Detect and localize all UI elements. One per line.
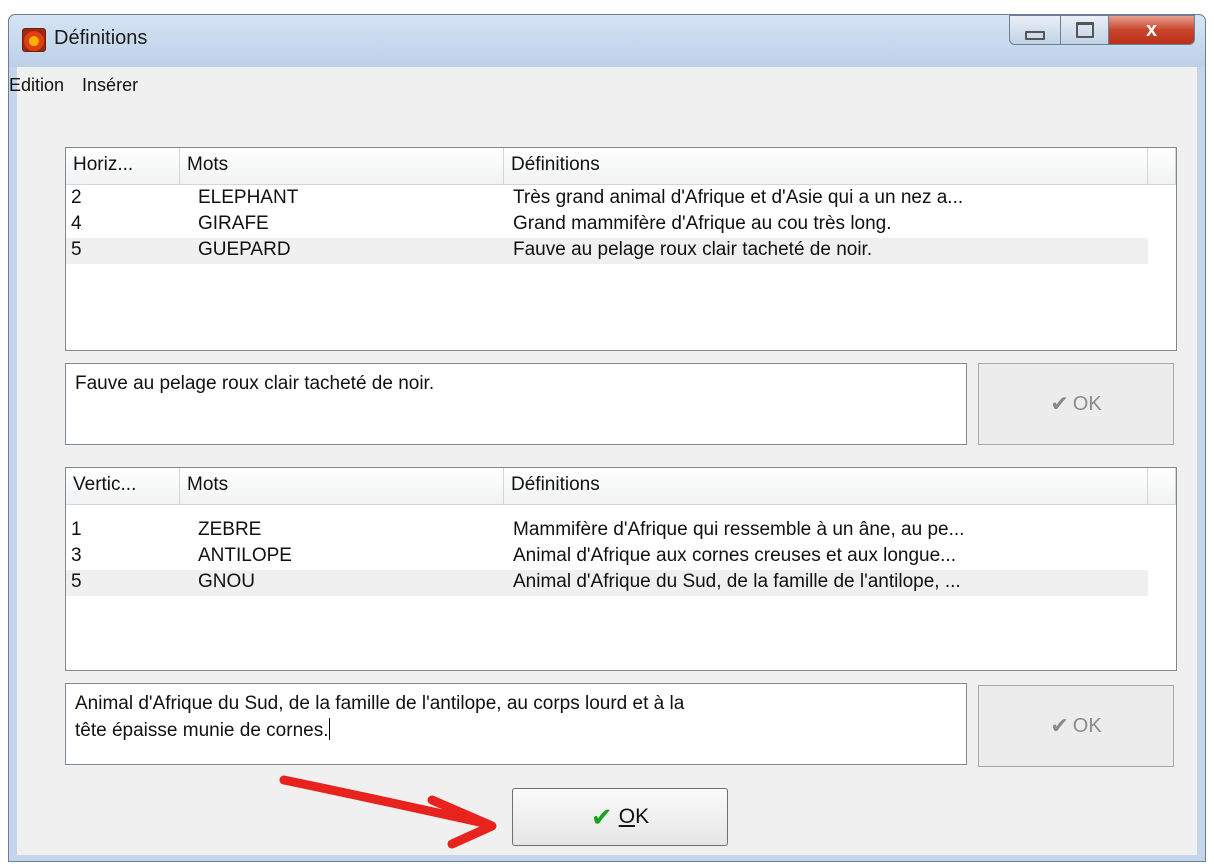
row-definition: Fauve au pelage roux clair tacheté de no… [513,239,873,260]
row-definition: Animal d'Afrique du Sud, de la famille d… [513,571,961,592]
horizontal-ok-button[interactable]: ✔ OK [978,363,1174,445]
horizontal-definition-text: Fauve au pelage roux clair tacheté de no… [75,373,435,394]
row-number: 2 [71,187,82,208]
table-row[interactable]: 3 ANTILOPE Animal d'Afrique aux cornes c… [66,544,1148,570]
horizontal-list-header: Horiz... Mots Définitions [66,148,1176,185]
row-number: 5 [71,571,82,592]
row-number: 3 [71,545,82,566]
column-header-definitions[interactable]: Définitions [504,468,1148,504]
row-definition: Mammifère d'Afrique qui ressemble à un â… [513,519,965,540]
maximize-icon [1075,22,1094,38]
minimize-icon [1025,30,1045,40]
horizontal-ok-label: OK [1072,392,1102,415]
check-icon: ✔ [590,801,613,832]
menu-bar: Edition Insérer [9,67,1197,103]
row-number: 1 [71,519,82,540]
check-icon: ✔ [1050,391,1069,416]
vertical-definition-line1: Animal d'Afrique du Sud, de la famille d… [75,693,685,714]
column-header-mots[interactable]: Mots [180,148,504,184]
close-icon: x [1145,18,1158,41]
title-bar[interactable]: Définitions x [9,15,1205,67]
row-word: GIRAFE [198,213,269,234]
window-controls: x [1009,15,1195,45]
window-title: Définitions [54,27,148,49]
column-header-filler [1148,468,1176,504]
vertical-definition-field[interactable]: Animal d'Afrique du Sud, de la famille d… [65,683,967,765]
row-definition: Grand mammifère d'Afrique au cou très lo… [513,213,892,234]
column-header-mots[interactable]: Mots [180,468,504,504]
ok-accelerator: O [618,805,636,828]
vertical-list-header: Vertic... Mots Définitions [66,468,1176,505]
client-area: Edition Insérer Horiz... Mots Définition… [9,67,1197,855]
ok-label-rest: K [635,805,650,828]
row-definition: Animal d'Afrique aux cornes creuses et a… [513,545,956,566]
check-icon: ✔ [1050,713,1069,738]
maximize-button[interactable] [1061,15,1109,45]
table-row[interactable]: 2 ELEPHANT Très grand animal d'Afrique e… [66,186,1148,212]
row-word: GUEPARD [198,239,291,260]
vertical-ok-button[interactable]: ✔ OK [978,685,1174,767]
table-row-selected[interactable]: 5 GNOU Animal d'Afrique du Sud, de la fa… [66,570,1148,596]
definitions-window: Définitions x Edition Insérer Horiz... M… [8,14,1206,862]
minimize-button[interactable] [1009,15,1061,45]
row-word: ANTILOPE [198,545,292,566]
row-word: GNOU [198,571,255,592]
row-word: ELEPHANT [198,187,299,208]
row-number: 4 [71,213,82,234]
horizontal-list[interactable]: Horiz... Mots Définitions 2 ELEPHANT Trè… [65,147,1177,351]
app-icon[interactable] [22,28,46,52]
menu-inserer[interactable]: Insérer [82,75,146,96]
horizontal-definition-field[interactable]: Fauve au pelage roux clair tacheté de no… [65,363,967,445]
main-ok-button[interactable]: ✔ OK [512,788,728,846]
column-header-definitions[interactable]: Définitions [504,148,1148,184]
row-definition: Très grand animal d'Afrique et d'Asie qu… [513,187,964,208]
vertical-list[interactable]: Vertic... Mots Définitions 1 ZEBRE Mammi… [65,467,1177,671]
vertical-definition-line2: tête épaisse munie de cornes. [75,717,957,744]
text-caret [328,718,330,740]
table-row-selected[interactable]: 5 GUEPARD Fauve au pelage roux clair tac… [66,238,1148,264]
row-word: ZEBRE [198,519,262,540]
table-row[interactable]: 1 ZEBRE Mammifère d'Afrique qui ressembl… [66,518,1148,544]
close-button[interactable]: x [1109,15,1195,45]
vertical-ok-label: OK [1072,714,1102,737]
column-header-vertic[interactable]: Vertic... [66,468,180,504]
column-header-filler [1148,148,1176,184]
row-number: 5 [71,239,82,260]
menu-edition[interactable]: Edition [9,75,72,96]
vertical-definition-line2-text: tête épaisse munie de cornes. [75,720,329,741]
column-header-horiz[interactable]: Horiz... [66,148,180,184]
table-row[interactable]: 4 GIRAFE Grand mammifère d'Afrique au co… [66,212,1148,238]
